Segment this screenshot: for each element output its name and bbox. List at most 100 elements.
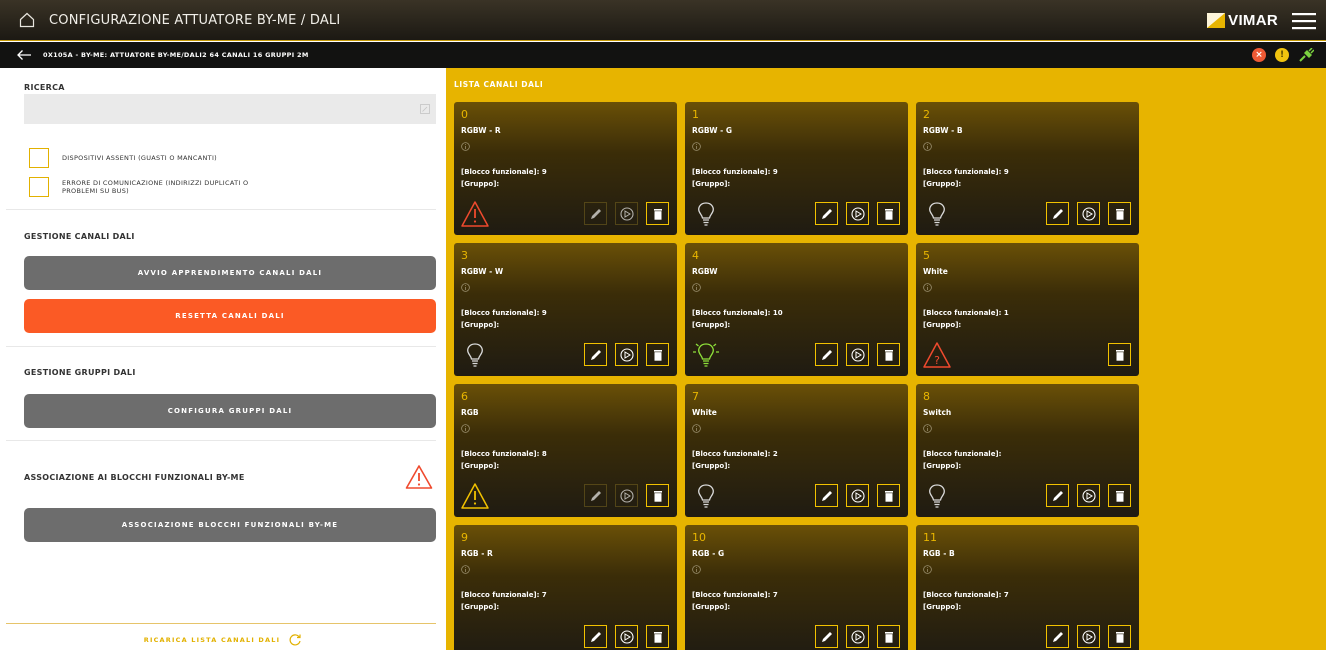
group-label: [Gruppo]: xyxy=(692,462,731,470)
hamburger-menu-icon[interactable] xyxy=(1292,12,1316,30)
checkbox[interactable] xyxy=(29,177,49,197)
delete-button[interactable] xyxy=(646,484,669,507)
channel-card[interactable]: 1 RGBW - G [Blocco funzionale]: 9 [Grupp… xyxy=(685,102,908,235)
function-block-label: [Blocco funzionale]: 9 xyxy=(461,309,547,317)
identify-icon xyxy=(619,206,634,221)
identify-button[interactable] xyxy=(846,343,869,366)
delete-button[interactable] xyxy=(877,343,900,366)
info-icon[interactable] xyxy=(692,424,701,433)
reset-channels-button[interactable]: RESETTA CANALI DALI xyxy=(24,299,436,333)
checkbox[interactable] xyxy=(29,148,49,168)
identify-button[interactable] xyxy=(846,484,869,507)
delete-button[interactable] xyxy=(1108,202,1131,225)
configure-groups-button[interactable]: CONFIGURA GRUPPI DALI xyxy=(24,394,436,428)
edit-button[interactable] xyxy=(815,202,838,225)
channel-card[interactable]: 11 RGB - B [Blocco funzionale]: 7 [Grupp… xyxy=(916,525,1139,650)
device-bar: 0X105A - BY-ME: ATTUATORE BY-ME/DALI2 64… xyxy=(0,42,1326,68)
groups-section-title: GESTIONE GRUPPI DALI xyxy=(24,368,136,377)
back-arrow-icon[interactable] xyxy=(16,49,32,61)
info-icon[interactable] xyxy=(692,283,701,292)
left-panel: RICERCA DISPOSITIVI ASSENTI (GUASTI O MA… xyxy=(0,68,446,650)
delete-button[interactable] xyxy=(646,343,669,366)
info-icon[interactable] xyxy=(461,424,470,433)
filter-absent-devices[interactable]: DISPOSITIVI ASSENTI (GUASTI O MANCANTI) xyxy=(29,148,252,168)
group-label: [Gruppo]: xyxy=(461,180,500,188)
channel-actions xyxy=(1108,343,1131,366)
channel-card[interactable]: 0 RGBW - R [Blocco funzionale]: 9 [Grupp… xyxy=(454,102,677,235)
edit-button[interactable] xyxy=(1046,484,1069,507)
filter-label: DISPOSITIVI ASSENTI (GUASTI O MANCANTI) xyxy=(62,153,217,162)
channel-card[interactable]: 7 White [Blocco funzionale]: 2 [Gruppo]: xyxy=(685,384,908,517)
identify-button[interactable] xyxy=(615,625,638,648)
home-icon[interactable] xyxy=(19,12,35,28)
identify-button[interactable] xyxy=(1077,625,1100,648)
bulb-off-icon xyxy=(460,341,490,369)
edit-button[interactable] xyxy=(584,484,607,507)
channel-card[interactable]: 4 RGBW [Blocco funzionale]: 10 [Gruppo]: xyxy=(685,243,908,376)
edit-button[interactable] xyxy=(1046,625,1069,648)
info-icon[interactable] xyxy=(923,424,932,433)
channel-number: 3 xyxy=(461,249,468,262)
channel-number: 7 xyxy=(692,390,699,403)
channel-card[interactable]: 9 RGB - R [Blocco funzionale]: 7 [Gruppo… xyxy=(454,525,677,650)
edit-button[interactable] xyxy=(1046,202,1069,225)
group-label: [Gruppo]: xyxy=(692,180,731,188)
warning-red-icon xyxy=(460,200,490,228)
error-status-icon[interactable]: × xyxy=(1252,48,1266,62)
reload-channels-button[interactable]: RICARICA LISTA CANALI DALI xyxy=(0,630,446,650)
delete-button[interactable] xyxy=(1108,625,1131,648)
info-icon[interactable] xyxy=(692,565,701,574)
identify-button[interactable] xyxy=(1077,484,1100,507)
delete-button[interactable] xyxy=(1108,484,1131,507)
channel-name: RGBW - W xyxy=(461,267,504,276)
edit-button[interactable] xyxy=(815,625,838,648)
delete-button[interactable] xyxy=(877,625,900,648)
channel-number: 11 xyxy=(923,531,937,544)
identify-button[interactable] xyxy=(1077,202,1100,225)
channel-details: [Blocco funzionale]: 9 [Gruppo]: xyxy=(461,307,547,331)
identify-button[interactable] xyxy=(615,202,638,225)
connection-plug-icon[interactable] xyxy=(1298,48,1314,62)
info-icon[interactable] xyxy=(923,283,932,292)
search-input[interactable] xyxy=(24,94,436,124)
bulb-on-icon xyxy=(691,341,721,369)
delete-button[interactable] xyxy=(646,625,669,648)
channels-section-title: GESTIONE CANALI DALI xyxy=(24,232,135,241)
identify-button[interactable] xyxy=(615,343,638,366)
identify-button[interactable] xyxy=(615,484,638,507)
edit-button[interactable] xyxy=(815,484,838,507)
info-icon[interactable] xyxy=(461,142,470,151)
info-icon[interactable] xyxy=(461,283,470,292)
edit-button[interactable] xyxy=(584,343,607,366)
edit-button[interactable] xyxy=(584,202,607,225)
channel-card[interactable]: 3 RGBW - W [Blocco funzionale]: 9 [Grupp… xyxy=(454,243,677,376)
channel-number: 4 xyxy=(692,249,699,262)
channel-card[interactable]: 6 RGB [Blocco funzionale]: 8 [Gruppo]: xyxy=(454,384,677,517)
info-icon[interactable] xyxy=(692,142,701,151)
channel-details: [Blocco funzionale]: 7 [Gruppo]: xyxy=(923,589,1009,613)
identify-button[interactable] xyxy=(846,202,869,225)
warning-status-icon[interactable]: ! xyxy=(1275,48,1289,62)
channel-card[interactable]: 10 RGB - G [Blocco funzionale]: 7 [Grupp… xyxy=(685,525,908,650)
association-blocks-button[interactable]: ASSOCIAZIONE BLOCCHI FUNZIONALI BY-ME xyxy=(24,508,436,542)
delete-button[interactable] xyxy=(877,484,900,507)
delete-button[interactable] xyxy=(646,202,669,225)
channel-card[interactable]: 5 White [Blocco funzionale]: 1 [Gruppo]:… xyxy=(916,243,1139,376)
channel-card[interactable]: 8 Switch [Blocco funzionale]: [Gruppo]: xyxy=(916,384,1139,517)
start-learning-button[interactable]: AVVIO APPRENDIMENTO CANALI DALI xyxy=(24,256,436,290)
channel-number: 6 xyxy=(461,390,468,403)
edit-button[interactable] xyxy=(815,343,838,366)
info-icon[interactable] xyxy=(461,565,470,574)
edit-icon xyxy=(420,104,430,114)
info-icon[interactable] xyxy=(923,565,932,574)
info-icon[interactable] xyxy=(923,142,932,151)
channel-card[interactable]: 2 RGBW - B [Blocco funzionale]: 9 [Grupp… xyxy=(916,102,1139,235)
pencil-icon xyxy=(589,348,603,362)
identify-button[interactable] xyxy=(846,625,869,648)
channel-name: RGBW xyxy=(692,267,718,276)
pencil-icon xyxy=(820,489,834,503)
filter-communication-error[interactable]: ERRORE DI COMUNICAZIONE (INDIRIZZI DUPLI… xyxy=(29,177,252,197)
delete-button[interactable] xyxy=(1108,343,1131,366)
edit-button[interactable] xyxy=(584,625,607,648)
delete-button[interactable] xyxy=(877,202,900,225)
